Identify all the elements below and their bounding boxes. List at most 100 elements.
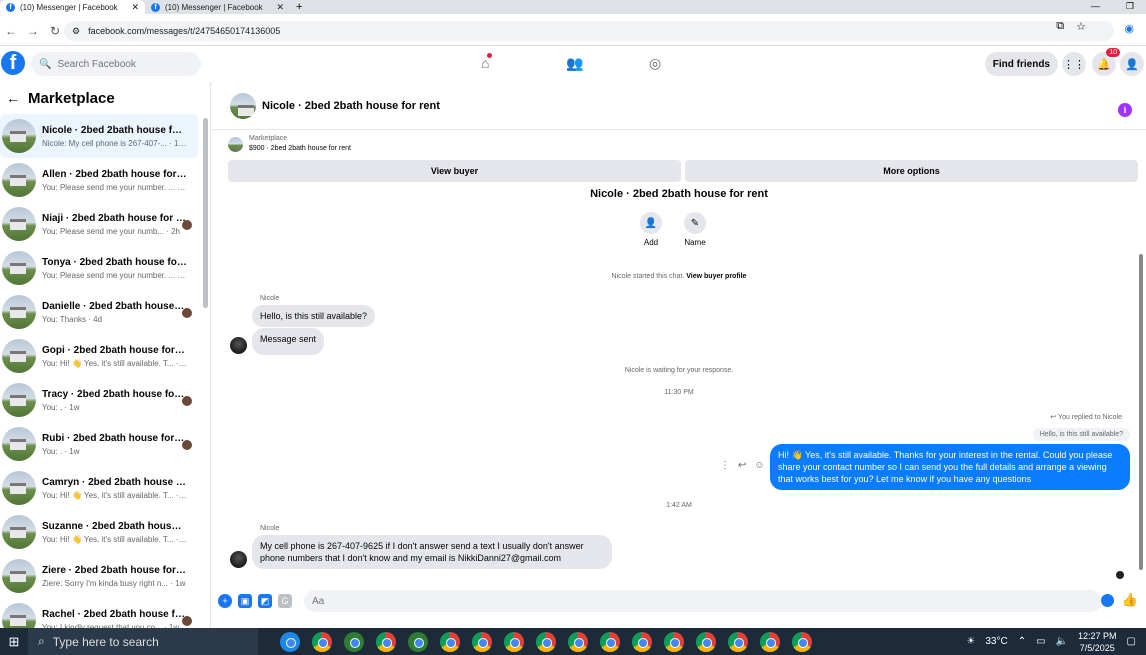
conversation-item[interactable]: Tracy · 2bed 2bath house for r... You: , … — [0, 378, 198, 422]
react-icon[interactable]: ☺ — [754, 460, 764, 471]
friends-icon[interactable]: 👥 — [566, 55, 583, 72]
chrome-icon[interactable] — [792, 631, 812, 652]
chrome-icon[interactable] — [600, 631, 620, 652]
search-box[interactable]: 🔍 — [31, 52, 201, 76]
incoming-message[interactable]: Hello, is this still available? — [252, 305, 376, 327]
view-buyer-button[interactable]: View buyer — [228, 160, 681, 182]
more-options-button[interactable]: More options — [685, 160, 1138, 182]
conversation-title: Nicole · 2bed 2bath house for rent — [590, 188, 768, 200]
taskbar-search[interactable]: ⌕ Type here to search — [28, 628, 258, 655]
chrome-icon[interactable] — [760, 631, 780, 652]
restore-icon[interactable]: ❐ — [1126, 1, 1134, 12]
install-app-icon[interactable]: ⧉ — [1056, 20, 1064, 33]
chat-started-text: Nicole started this chat. — [611, 273, 685, 280]
nicole-avatar[interactable] — [230, 551, 247, 568]
add-contact-action[interactable]: 👤 Add — [640, 212, 662, 247]
incoming-message[interactable]: Message sent — [252, 328, 325, 355]
sidebar-scrollbar[interactable] — [203, 118, 208, 308]
message-input-box[interactable] — [304, 590, 1101, 612]
view-buyer-profile-link[interactable]: View buyer profile — [686, 273, 746, 280]
groups-icon[interactable]: ◎ — [649, 55, 661, 72]
browser-tab[interactable]: f (10) Messenger | Facebook ✕ — [145, 0, 290, 14]
conversation-item[interactable]: Camryn · 2bed 2bath house for ... You: Hi… — [0, 466, 198, 510]
clock[interactable]: 12:27 PM 7/5/2025 — [1078, 630, 1117, 654]
buyer-avatar-mini — [182, 440, 192, 450]
browser-profile-icon[interactable]: ◉ — [1124, 22, 1134, 35]
conversation-item[interactable]: Tonya · 2bed 2bath house for rent You: Pl… — [0, 246, 198, 290]
chrome-icon[interactable] — [728, 631, 748, 652]
conversation-item[interactable]: Allen · 2bed 2bath house for rent You: Pl… — [0, 158, 198, 202]
conversation-info-icon[interactable]: i — [1118, 103, 1132, 117]
gif-icon[interactable]: G — [278, 594, 292, 608]
minimize-icon[interactable]: — — [1091, 1, 1100, 12]
listing-thumbnail[interactable] — [230, 92, 256, 119]
chrome-icon[interactable] — [440, 631, 460, 652]
chrome-icon[interactable] — [632, 631, 652, 652]
conversation-item[interactable]: Rubi · 2bed 2bath house for r... You: . ·… — [0, 422, 198, 466]
reload-icon[interactable]: ↻ — [44, 24, 66, 38]
more-icon[interactable]: ⋮ — [720, 460, 730, 471]
conversation-name: Tracy · 2bed 2bath house for r... — [42, 388, 187, 400]
message-input[interactable] — [312, 595, 1072, 607]
url-field[interactable]: ⚙ facebook.com/messages/t/24754650174136… — [64, 21, 1114, 41]
nicole-avatar[interactable] — [230, 337, 247, 354]
message-actions: ⋮ ↩ ☺ — [720, 460, 765, 471]
browser-tab-active[interactable]: f (10) Messenger | Facebook ✕ — [0, 0, 145, 14]
chrome-icon[interactable] — [504, 631, 524, 652]
site-info-icon[interactable]: ⚙ — [72, 26, 80, 37]
forward-arrow-icon[interactable]: → — [22, 24, 44, 38]
menu-grid-icon[interactable]: ⋮⋮ — [1062, 52, 1086, 76]
conversation-item[interactable]: Rachel · 2bed 2bath house for... You: I k… — [0, 598, 198, 628]
find-friends-button[interactable]: Find friends — [984, 52, 1058, 76]
notifications-bell-icon[interactable]: 🔔 10 — [1092, 47, 1121, 76]
network-icon[interactable]: ▭ — [1036, 636, 1045, 647]
volume-icon[interactable]: 🔈 — [1056, 636, 1068, 647]
plus-icon[interactable]: + — [218, 594, 232, 608]
conversation-item[interactable]: Suzanne · 2bed 2bath house for ... You: H… — [0, 510, 198, 554]
weather-icon[interactable]: ☀ — [966, 636, 975, 647]
outgoing-message[interactable]: Hi! 👋 Yes, it's still available. Thanks … — [770, 444, 1130, 490]
bookmark-star-icon[interactable]: ☆ — [1076, 20, 1086, 33]
close-tab-icon[interactable]: ✕ — [131, 2, 139, 13]
thumbs-up-icon[interactable]: 👍 — [1122, 592, 1138, 608]
sticker-icon[interactable]: ◩ — [258, 594, 272, 608]
chrome-icon[interactable] — [696, 631, 716, 652]
conversation-item[interactable]: Niaji · 2bed 2bath house for r... You: Pl… — [0, 202, 198, 246]
chrome-icon[interactable] — [664, 631, 684, 652]
conversation-item[interactable]: Danielle · 2bed 2bath house f... You: Tha… — [0, 290, 198, 334]
back-arrow-icon[interactable]: ← — [0, 24, 22, 38]
temperature[interactable]: 33°C — [985, 636, 1007, 647]
chrome-icon[interactable] — [376, 631, 396, 652]
chrome-icon[interactable] — [312, 631, 332, 652]
search-input[interactable] — [57, 58, 198, 70]
facebook-favicon-icon: f — [151, 2, 160, 12]
listing-summary[interactable]: Marketplace $900 · 2bed 2bath house for … — [228, 134, 351, 154]
app-icon[interactable] — [344, 631, 364, 652]
reply-icon[interactable]: ↩ — [738, 460, 746, 471]
chrome-icon[interactable] — [536, 631, 556, 652]
conversation-item[interactable]: Ziere · 2bed 2bath house for rent Ziere: … — [0, 554, 198, 598]
conversation-item[interactable]: Gopi · 2bed 2bath house for rent You: Hi!… — [0, 334, 198, 378]
conversation-item[interactable]: Nicole · 2bed 2bath house for re... Nicol… — [0, 114, 198, 158]
home-icon[interactable]: ⌂ — [481, 53, 493, 71]
task-view-icon[interactable] — [280, 631, 300, 652]
photo-icon[interactable]: ▣ — [238, 594, 252, 608]
show-hidden-icons-icon[interactable]: ⌃ — [1018, 636, 1026, 647]
chrome-icon[interactable] — [472, 631, 492, 652]
nickname-action[interactable]: ✎ Name — [684, 212, 706, 247]
account-avatar[interactable]: 👤 — [1120, 52, 1144, 76]
windows-start-icon[interactable]: ⊞ — [0, 628, 28, 655]
chrome-icon[interactable] — [568, 631, 588, 652]
listing-thumbnail — [2, 207, 36, 241]
new-tab-icon[interactable]: + — [296, 1, 302, 13]
back-arrow-icon[interactable]: ← — [6, 90, 20, 106]
replied-quote[interactable]: Hello, is this still available? — [1032, 428, 1130, 441]
incoming-message[interactable]: My cell phone is 267-407-9625 if I don't… — [252, 535, 612, 569]
facebook-logo-icon[interactable]: f — [1, 51, 25, 75]
emoji-icon[interactable] — [1101, 594, 1114, 607]
notifications-icon[interactable]: ▢ — [1127, 636, 1136, 647]
chat-scrollbar[interactable] — [1139, 254, 1143, 570]
utorrent-icon[interactable] — [408, 631, 428, 652]
close-tab-icon[interactable]: ✕ — [276, 2, 284, 13]
chat-header-title[interactable]: Nicole · 2bed 2bath house for rent — [262, 100, 440, 112]
